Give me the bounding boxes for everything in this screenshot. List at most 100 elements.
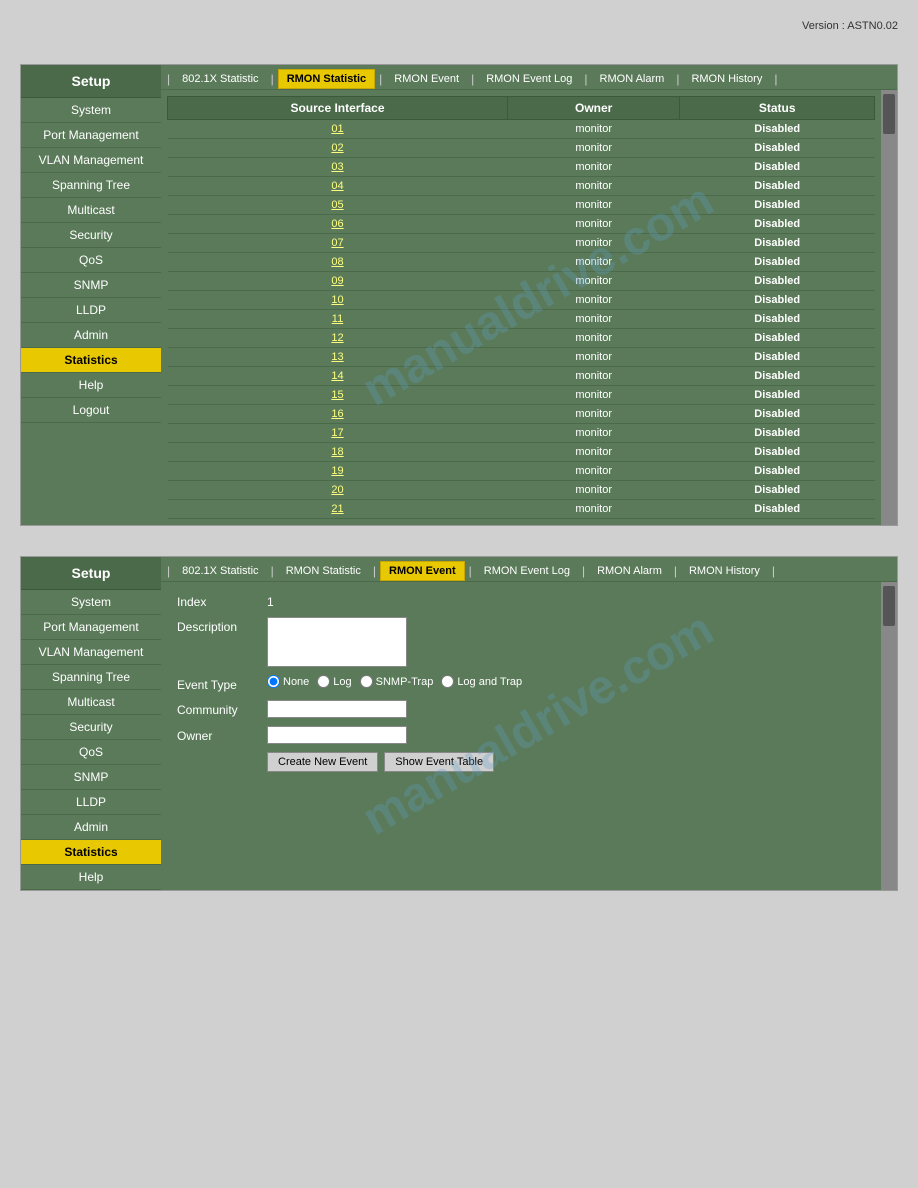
port-link[interactable]: 02 bbox=[168, 139, 508, 158]
owner-input[interactable] bbox=[267, 726, 407, 744]
port-link[interactable]: 07 bbox=[168, 234, 508, 253]
tab-802-statistic-1[interactable]: 802.1X Statistic bbox=[174, 70, 266, 88]
tab-rmon-statistic-2[interactable]: RMON Statistic bbox=[278, 562, 369, 580]
community-input[interactable] bbox=[267, 700, 407, 718]
tab-rmon-event-1[interactable]: RMON Event bbox=[386, 70, 467, 88]
port-link[interactable]: 19 bbox=[168, 462, 508, 481]
port-link[interactable]: 06 bbox=[168, 215, 508, 234]
tab-rmon-alarm-1[interactable]: RMON Alarm bbox=[592, 70, 673, 88]
port-link[interactable]: 03 bbox=[168, 158, 508, 177]
tab-rmon-statistic-1[interactable]: RMON Statistic bbox=[278, 69, 375, 89]
port-link[interactable]: 12 bbox=[168, 329, 508, 348]
sidebar-item-port-management[interactable]: Port Management bbox=[21, 123, 161, 148]
scrollbar-thumb-2[interactable] bbox=[883, 586, 895, 626]
radio-snmp-trap[interactable]: SNMP-Trap bbox=[360, 675, 434, 688]
tab-rmon-alarm-2[interactable]: RMON Alarm bbox=[589, 562, 670, 580]
radio-log[interactable]: Log bbox=[317, 675, 351, 688]
port-link[interactable]: 01 bbox=[168, 120, 508, 139]
owner-cell: monitor bbox=[507, 291, 679, 310]
sidebar-2-lldp[interactable]: LLDP bbox=[21, 790, 161, 815]
create-new-event-button[interactable]: Create New Event bbox=[267, 752, 378, 772]
port-link[interactable]: 10 bbox=[168, 291, 508, 310]
radio-none[interactable]: None bbox=[267, 675, 309, 688]
sidebar-2-snmp[interactable]: SNMP bbox=[21, 765, 161, 790]
sidebar-2-multicast[interactable]: Multicast bbox=[21, 690, 161, 715]
sidebar-2-port-management[interactable]: Port Management bbox=[21, 615, 161, 640]
scrollbar-2[interactable] bbox=[881, 582, 897, 890]
radio-input-log[interactable] bbox=[317, 675, 330, 688]
description-input[interactable] bbox=[267, 617, 407, 667]
sidebar-item-qos[interactable]: QoS bbox=[21, 248, 161, 273]
sidebar-2-help[interactable]: Help bbox=[21, 865, 161, 890]
owner-cell: monitor bbox=[507, 120, 679, 139]
table-row: 02 monitor Disabled bbox=[168, 139, 875, 158]
tab-bar-2: | 802.1X Statistic | RMON Statistic | RM… bbox=[161, 557, 897, 582]
table-row: 11 monitor Disabled bbox=[168, 310, 875, 329]
port-link[interactable]: 15 bbox=[168, 386, 508, 405]
main-content-2: | 802.1X Statistic | RMON Statistic | RM… bbox=[161, 557, 897, 890]
table-row: 20 monitor Disabled bbox=[168, 481, 875, 500]
scrollbar-thumb-1[interactable] bbox=[883, 94, 895, 134]
table-row: 16 monitor Disabled bbox=[168, 405, 875, 424]
scrollbar-1[interactable] bbox=[881, 90, 897, 525]
tab-802-statistic-2[interactable]: 802.1X Statistic bbox=[174, 562, 266, 580]
sidebar-item-system[interactable]: System bbox=[21, 98, 161, 123]
table-row: 05 monitor Disabled bbox=[168, 196, 875, 215]
radio-input-log-and-trap[interactable] bbox=[441, 675, 454, 688]
owner-cell: monitor bbox=[507, 348, 679, 367]
owner-cell: monitor bbox=[507, 196, 679, 215]
port-link[interactable]: 08 bbox=[168, 253, 508, 272]
tab-rmon-event-log-1[interactable]: RMON Event Log bbox=[478, 70, 580, 88]
sidebar-item-admin[interactable]: Admin bbox=[21, 323, 161, 348]
sidebar-item-logout[interactable]: Logout bbox=[21, 398, 161, 423]
status-cell: Disabled bbox=[680, 405, 875, 424]
sidebar-2-admin[interactable]: Admin bbox=[21, 815, 161, 840]
radio-input-snmp-trap[interactable] bbox=[360, 675, 373, 688]
table-row: 17 monitor Disabled bbox=[168, 424, 875, 443]
sidebar-item-multicast[interactable]: Multicast bbox=[21, 198, 161, 223]
sidebar-item-statistics[interactable]: Statistics bbox=[21, 348, 161, 373]
sidebar-item-spanning-tree[interactable]: Spanning Tree bbox=[21, 173, 161, 198]
sidebar-2-security[interactable]: Security bbox=[21, 715, 161, 740]
table-row: 06 monitor Disabled bbox=[168, 215, 875, 234]
sidebar-item-lldp[interactable]: LLDP bbox=[21, 298, 161, 323]
sidebar-2-system[interactable]: System bbox=[21, 590, 161, 615]
port-link[interactable]: 13 bbox=[168, 348, 508, 367]
port-link[interactable]: 21 bbox=[168, 500, 508, 519]
rmon-statistic-table: Source Interface Owner Status 01 monitor… bbox=[167, 96, 875, 519]
radio-input-none[interactable] bbox=[267, 675, 280, 688]
sidebar-item-vlan-management[interactable]: VLAN Management bbox=[21, 148, 161, 173]
tab-rmon-history-2[interactable]: RMON History bbox=[681, 562, 768, 580]
port-link[interactable]: 20 bbox=[168, 481, 508, 500]
radio-log-and-trap[interactable]: Log and Trap bbox=[441, 675, 522, 688]
sidebar-2-statistics[interactable]: Statistics bbox=[21, 840, 161, 865]
form-row-event-type: Event Type None Log SNMP-Trap bbox=[177, 675, 865, 692]
port-link[interactable]: 09 bbox=[168, 272, 508, 291]
sidebar-item-security[interactable]: Security bbox=[21, 223, 161, 248]
owner-label: Owner bbox=[177, 726, 267, 743]
form-row-description: Description bbox=[177, 617, 865, 667]
port-link[interactable]: 14 bbox=[168, 367, 508, 386]
status-cell: Disabled bbox=[680, 196, 875, 215]
port-link[interactable]: 05 bbox=[168, 196, 508, 215]
status-cell: Disabled bbox=[680, 386, 875, 405]
port-link[interactable]: 17 bbox=[168, 424, 508, 443]
owner-cell: monitor bbox=[507, 158, 679, 177]
form-row-index: Index 1 bbox=[177, 592, 865, 609]
status-cell: Disabled bbox=[680, 291, 875, 310]
tab-rmon-event-log-2[interactable]: RMON Event Log bbox=[476, 562, 578, 580]
sidebar-2-vlan-management[interactable]: VLAN Management bbox=[21, 640, 161, 665]
status-cell: Disabled bbox=[680, 443, 875, 462]
sidebar-item-snmp[interactable]: SNMP bbox=[21, 273, 161, 298]
port-link[interactable]: 16 bbox=[168, 405, 508, 424]
sidebar-item-help[interactable]: Help bbox=[21, 373, 161, 398]
panel-rmon-statistic: Setup System Port Management VLAN Manage… bbox=[20, 64, 898, 526]
port-link[interactable]: 04 bbox=[168, 177, 508, 196]
port-link[interactable]: 11 bbox=[168, 310, 508, 329]
tab-rmon-event-2[interactable]: RMON Event bbox=[380, 561, 465, 581]
sidebar-2-qos[interactable]: QoS bbox=[21, 740, 161, 765]
show-event-table-button[interactable]: Show Event Table bbox=[384, 752, 494, 772]
sidebar-2-spanning-tree[interactable]: Spanning Tree bbox=[21, 665, 161, 690]
tab-rmon-history-1[interactable]: RMON History bbox=[683, 70, 770, 88]
port-link[interactable]: 18 bbox=[168, 443, 508, 462]
